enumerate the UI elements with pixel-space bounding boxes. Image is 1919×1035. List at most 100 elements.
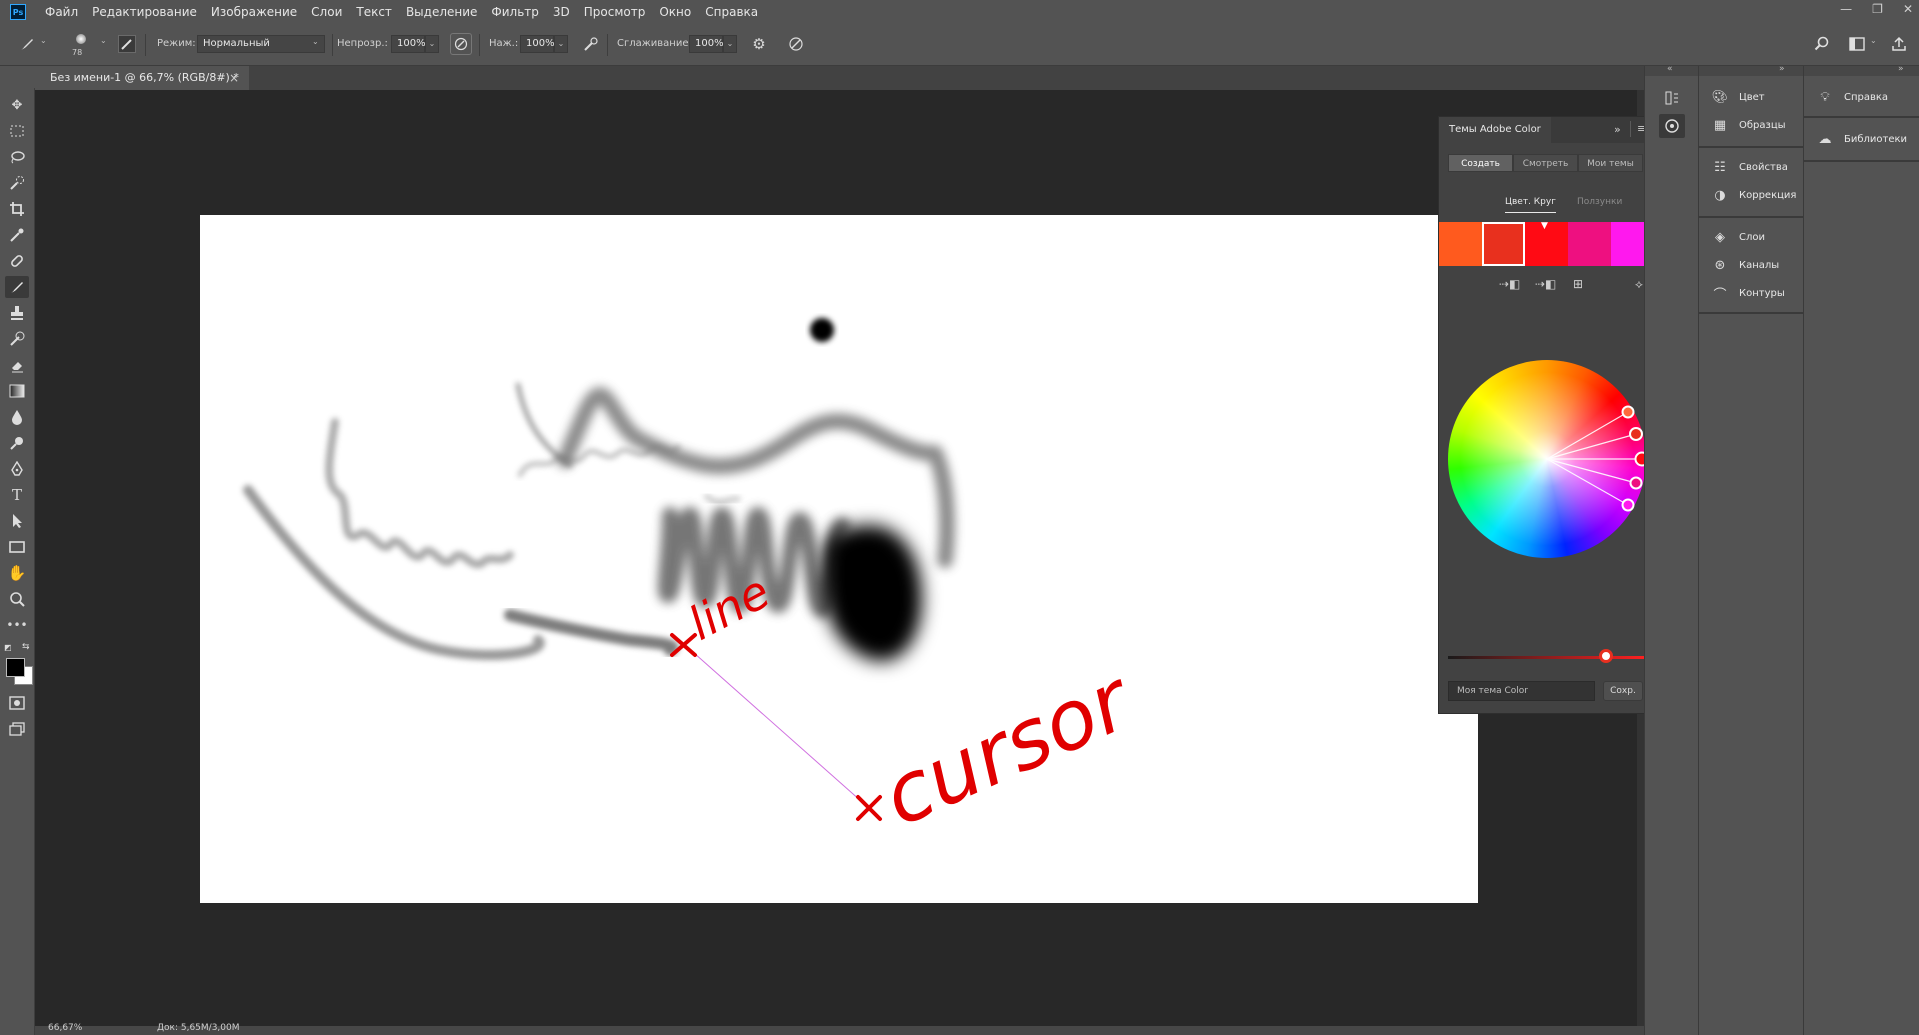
swap-colors-icon[interactable]: ⇆ bbox=[22, 642, 30, 652]
swatch-3-base[interactable]: ▼ bbox=[1525, 221, 1568, 266]
minimize-button[interactable]: — bbox=[1840, 2, 1852, 16]
eyedropper-tool-icon[interactable] bbox=[5, 224, 29, 246]
panel-color[interactable]: 🎨︎ Цвет bbox=[1699, 84, 1803, 110]
wheel-handle-2[interactable] bbox=[1629, 427, 1643, 441]
document-canvas[interactable]: line cursor bbox=[200, 215, 1478, 903]
add-to-foreground-icon[interactable]: ⇢◧ bbox=[1499, 277, 1520, 291]
type-tool-icon[interactable]: T bbox=[5, 484, 29, 506]
marquee-tool-icon[interactable] bbox=[5, 120, 29, 142]
subtab-color-wheel[interactable]: Цвет. Круг bbox=[1505, 197, 1556, 213]
menu-type[interactable]: Текст bbox=[349, 5, 399, 19]
pressure-opacity-icon[interactable] bbox=[450, 33, 472, 55]
menu-help[interactable]: Справка bbox=[698, 5, 765, 19]
column-collapse-bar[interactable]: » bbox=[1699, 64, 1803, 76]
share-icon[interactable] bbox=[1888, 33, 1910, 55]
chevron-down-icon[interactable]: ⌄ bbox=[100, 36, 107, 45]
brush-settings-panel-icon[interactable] bbox=[118, 35, 136, 53]
chevron-down-icon[interactable]: ⌄ bbox=[40, 36, 47, 45]
strip-collapse-bar[interactable]: « bbox=[1645, 64, 1699, 76]
menu-layers[interactable]: Слои bbox=[304, 5, 349, 19]
lasso-tool-icon[interactable] bbox=[5, 146, 29, 168]
brightness-slider-knob[interactable] bbox=[1599, 649, 1614, 663]
restore-button[interactable]: ❐ bbox=[1872, 2, 1883, 16]
brightness-slider[interactable] bbox=[1448, 656, 1646, 659]
path-selection-tool-icon[interactable] bbox=[5, 510, 29, 532]
workspace-icon[interactable] bbox=[1846, 33, 1868, 55]
gear-icon[interactable]: ⚙ bbox=[748, 33, 770, 55]
panel-channels[interactable]: ⊛ Каналы bbox=[1699, 252, 1803, 278]
screen-mode-icon[interactable] bbox=[5, 718, 29, 740]
history-icon[interactable] bbox=[1659, 86, 1685, 110]
tab-create[interactable]: Создать bbox=[1448, 154, 1513, 172]
opacity-dropdown[interactable]: ⌄ bbox=[425, 35, 439, 53]
adobe-color-themes-icon[interactable] bbox=[1659, 114, 1685, 138]
brush-tool-preset-icon[interactable] bbox=[16, 33, 38, 55]
harmony-rule-icon[interactable]: ⟡ bbox=[1635, 277, 1643, 292]
symmetry-icon[interactable] bbox=[785, 33, 807, 55]
move-tool-icon[interactable]: ✥ bbox=[5, 94, 29, 116]
wheel-handle-4[interactable] bbox=[1629, 476, 1643, 490]
panel-paths[interactable]: ⌒ Контуры bbox=[1699, 280, 1803, 306]
eraser-tool-icon[interactable] bbox=[5, 354, 29, 376]
document-tab[interactable]: Без имени-1 @ 66,7% (RGB/8#) * × bbox=[35, 66, 249, 90]
swatch-4[interactable] bbox=[1568, 222, 1611, 266]
subtab-sliders[interactable]: Ползунки bbox=[1577, 197, 1622, 207]
chevron-down-icon[interactable]: ⌄ bbox=[1870, 36, 1877, 45]
menu-window[interactable]: Окно bbox=[652, 5, 698, 19]
more-tools-icon[interactable]: ••• bbox=[5, 614, 29, 636]
menu-edit[interactable]: Редактирование bbox=[85, 5, 204, 19]
airbrush-icon[interactable] bbox=[580, 33, 602, 55]
hand-tool-icon[interactable]: ✋ bbox=[5, 562, 29, 584]
panel-help[interactable]: 💡︎ Справка bbox=[1804, 84, 1919, 110]
search-icon[interactable] bbox=[1811, 33, 1833, 55]
collapse-panel-icon[interactable]: » bbox=[1614, 123, 1621, 136]
wheel-handle-1[interactable] bbox=[1621, 405, 1635, 419]
tab-explore[interactable]: Смотреть bbox=[1513, 154, 1578, 172]
foreground-color-swatch[interactable] bbox=[6, 658, 25, 677]
pressure-input[interactable]: 100% bbox=[520, 35, 555, 53]
document-info[interactable]: Док: 5,65M/3,00M bbox=[157, 1023, 240, 1033]
menu-3d[interactable]: 3D bbox=[546, 5, 577, 19]
smoothing-dropdown[interactable]: ⌄ bbox=[723, 35, 737, 53]
column-collapse-bar[interactable]: » bbox=[1804, 64, 1919, 76]
brush-preset-picker[interactable]: 78 bbox=[66, 32, 96, 62]
panel-layers[interactable]: ◈ Слои bbox=[1699, 224, 1803, 250]
menu-image[interactable]: Изображение bbox=[204, 5, 304, 19]
menu-file[interactable]: Файл bbox=[38, 5, 85, 19]
tab-my-themes[interactable]: Мои темы bbox=[1578, 154, 1643, 172]
theme-name-input[interactable]: Моя тема Color bbox=[1448, 681, 1595, 701]
blur-tool-icon[interactable] bbox=[5, 406, 29, 428]
pen-tool-icon[interactable] bbox=[5, 458, 29, 480]
default-colors-icon[interactable]: ◩ bbox=[4, 643, 12, 652]
dodge-tool-icon[interactable] bbox=[5, 432, 29, 454]
add-to-swatches-icon[interactable]: ⇢◧ bbox=[1535, 277, 1556, 291]
quick-selection-tool-icon[interactable] bbox=[5, 172, 29, 194]
healing-brush-tool-icon[interactable] bbox=[5, 250, 29, 272]
pressure-dropdown[interactable]: ⌄ bbox=[554, 35, 568, 53]
history-brush-tool-icon[interactable] bbox=[5, 328, 29, 350]
rectangle-tool-icon[interactable] bbox=[5, 536, 29, 558]
close-button[interactable]: ✕ bbox=[1903, 2, 1913, 16]
opacity-input[interactable]: 100% bbox=[391, 35, 426, 53]
menu-select[interactable]: Выделение bbox=[399, 5, 484, 19]
zoom-tool-icon[interactable] bbox=[5, 588, 29, 610]
brush-tool-icon[interactable] bbox=[5, 276, 29, 298]
swatch-2-selected[interactable] bbox=[1482, 222, 1525, 266]
panel-adjustments[interactable]: ◑ Коррекция bbox=[1699, 182, 1803, 208]
grid-icon[interactable]: ⊞ bbox=[1573, 277, 1583, 291]
panel-libraries[interactable]: ☁ Библиотеки bbox=[1804, 126, 1919, 152]
gradient-tool-icon[interactable] bbox=[5, 380, 29, 402]
zoom-level[interactable]: 66,67% bbox=[48, 1023, 82, 1033]
panel-title[interactable]: Темы Adobe Color bbox=[1439, 117, 1551, 143]
wheel-handle-5[interactable] bbox=[1621, 498, 1635, 512]
close-tab-icon[interactable]: × bbox=[229, 66, 239, 90]
panel-properties[interactable]: ☷ Свойства bbox=[1699, 154, 1803, 180]
mode-select[interactable]: Нормальный bbox=[197, 35, 325, 53]
clone-stamp-tool-icon[interactable] bbox=[5, 302, 29, 324]
menu-filter[interactable]: Фильтр bbox=[484, 5, 545, 19]
crop-tool-icon[interactable] bbox=[5, 198, 29, 220]
save-theme-button[interactable]: Сохр. bbox=[1603, 681, 1643, 701]
quick-mask-icon[interactable] bbox=[5, 692, 29, 714]
smoothing-input[interactable]: 100% bbox=[689, 35, 724, 53]
swatch-1[interactable] bbox=[1439, 222, 1482, 266]
